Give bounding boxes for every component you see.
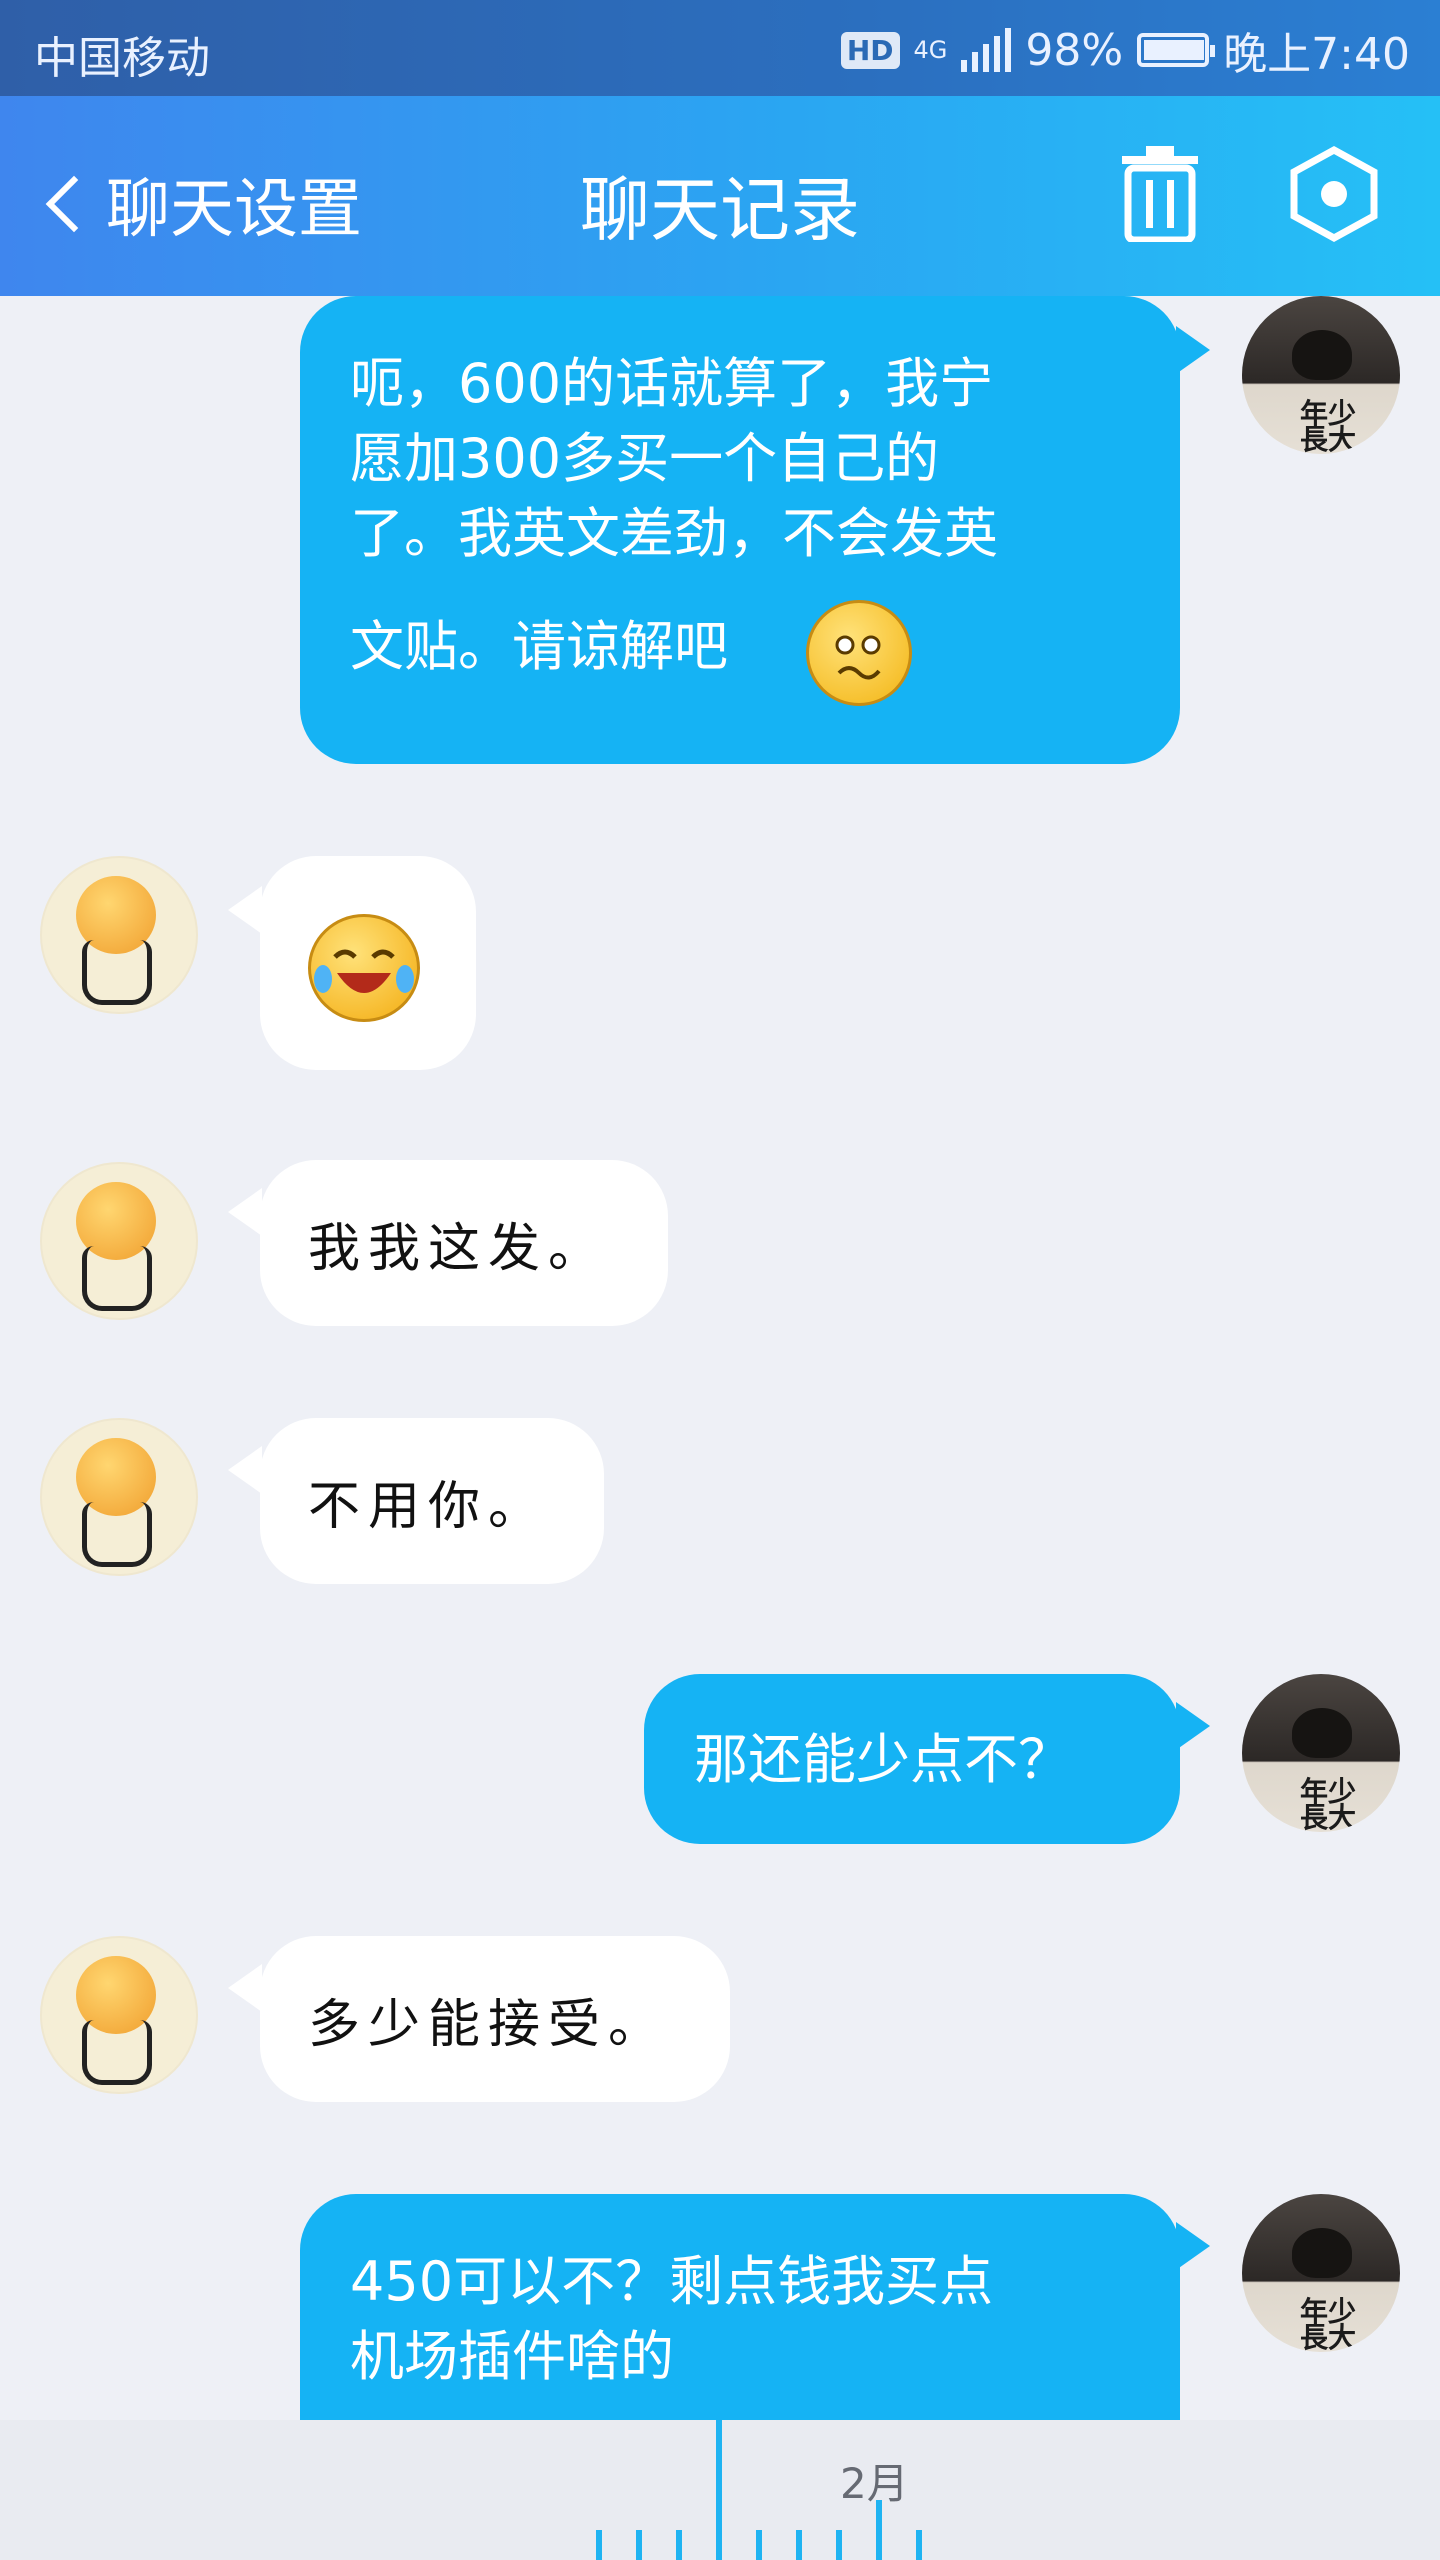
timeline-tick <box>916 2530 922 2560</box>
network-type: 4G <box>913 36 948 64</box>
timeline-current-marker[interactable] <box>716 2420 722 2560</box>
message-bubble-sent[interactable]: 450可以不？剩点钱我买点 机场插件啥的 <box>300 2194 1180 2420</box>
hd-icon: HD <box>840 31 900 69</box>
signal-icon <box>961 28 1012 72</box>
hexagon-settings-icon[interactable] <box>1290 146 1378 242</box>
timeline-tick <box>676 2530 682 2560</box>
timeline-month-label: 2月 <box>840 2459 909 2508</box>
message-bubble-sent[interactable]: 那还能少点不？ <box>644 1674 1180 1844</box>
timeline-tick <box>596 2530 602 2560</box>
worried-face-emoji <box>806 600 912 706</box>
status-bar: 中国移动 HD 4G 98% 晚上7:40 <box>0 0 1440 96</box>
nav-bar: 聊天设置 聊天记录 <box>0 96 1440 296</box>
avatar-peer[interactable] <box>40 856 198 1014</box>
message-bubble-received[interactable]: 多少能接受。 <box>260 1936 730 2102</box>
avatar-peer[interactable] <box>40 1162 198 1320</box>
battery-icon <box>1137 33 1216 67</box>
message-text: 450可以不？剩点钱我买点 机场插件啥的 <box>350 2250 994 2388</box>
timeline-scrubber[interactable]: 2月 <box>0 2420 1440 2560</box>
message-text: 多少能接受。 <box>308 1994 669 2055</box>
timeline-tick <box>876 2500 882 2560</box>
tears-of-joy-emoji <box>308 914 420 1022</box>
message-text: 呃，600的话就算了，我宁 愿加300多买一个自己的 了。我英文差劲，不会发英 … <box>350 352 998 678</box>
message-text: 我我这发。 <box>308 1218 609 1279</box>
message-bubble-received[interactable]: 不用你。 <box>260 1418 604 1584</box>
clock: 晚上7:40 <box>1223 29 1410 80</box>
avatar-me[interactable]: 年少 長大 <box>1242 296 1400 454</box>
message-bubble-received[interactable]: 我我这发。 <box>260 1160 668 1326</box>
avatar-peer[interactable] <box>40 1936 198 2094</box>
message-bubble-sent[interactable]: 呃，600的话就算了，我宁 愿加300多买一个自己的 了。我英文差劲，不会发英 … <box>300 296 1180 764</box>
chat-history[interactable]: 年少 長大 呃，600的话就算了，我宁 愿加300多买一个自己的 了。我英文差劲… <box>0 296 1440 2420</box>
page-title: 聊天记录 <box>580 169 860 251</box>
timeline-tick <box>636 2530 642 2560</box>
status-indicators: HD 4G 98% 晚上7:40 <box>840 18 1410 82</box>
carrier-name: 中国移动 <box>34 33 210 84</box>
avatar-me[interactable]: 年少 長大 <box>1242 1674 1400 1832</box>
avatar-peer[interactable] <box>40 1418 198 1576</box>
timeline-tick <box>756 2530 762 2560</box>
message-text: 不用你。 <box>308 1476 549 1537</box>
trash-icon[interactable] <box>1118 146 1202 242</box>
message-text: 那还能少点不？ <box>694 1727 1072 1791</box>
avatar-me[interactable]: 年少 長大 <box>1242 2194 1400 2352</box>
battery-percent: 98% <box>1025 24 1124 76</box>
timeline-tick <box>796 2530 802 2560</box>
timeline-tick <box>836 2530 842 2560</box>
